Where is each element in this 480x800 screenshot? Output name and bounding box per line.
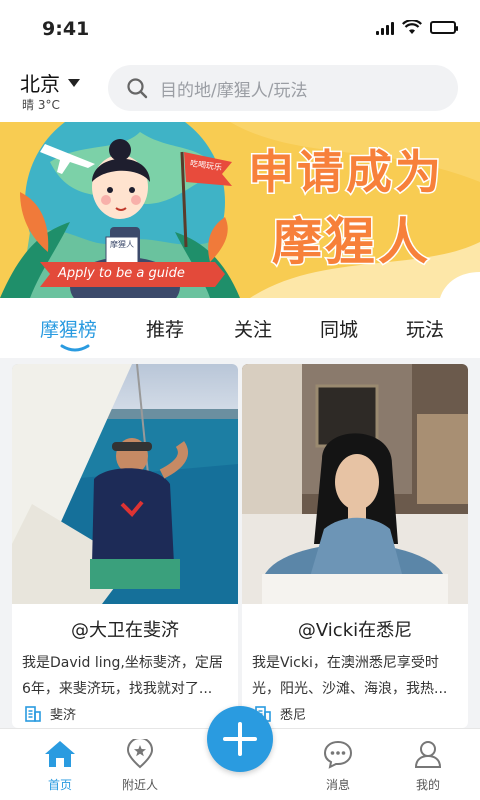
city-selector[interactable]: 北京 bbox=[20, 68, 80, 97]
signal-icon bbox=[376, 21, 394, 35]
nav-home[interactable]: 首页 bbox=[20, 739, 100, 793]
guide-name: @大卫在斐济 bbox=[71, 620, 179, 641]
promo-banner[interactable]: 吃喝玩乐 摩猩人 Apply to be a guide 申请成为 摩猩人 bbox=[0, 122, 480, 298]
home-icon bbox=[45, 741, 75, 767]
guide-photo bbox=[12, 364, 238, 604]
weather-label: 晴 3°C bbox=[22, 98, 60, 112]
tab-ranking[interactable]: 摩猩榜 bbox=[40, 315, 97, 342]
search-icon bbox=[127, 78, 148, 99]
tab-active-indicator bbox=[60, 344, 90, 352]
battery-icon bbox=[430, 21, 458, 34]
guide-photo bbox=[242, 364, 468, 604]
tab-local[interactable]: 同城 bbox=[320, 315, 358, 342]
banner-headline-1: 申请成为 bbox=[247, 144, 444, 201]
search-placeholder: 目的地/摩猩人/玩法 bbox=[160, 80, 308, 101]
guide-description: 我是Vicki，在澳洲悉尼享受时光，阳光、沙滩、海浪，我热... bbox=[252, 655, 448, 697]
category-tabs: 摩猩榜 推荐 关注 同城 玩法 bbox=[0, 298, 480, 358]
nav-label: 消息 bbox=[325, 778, 350, 792]
guide-card[interactable]: @大卫在斐济 我是David ling,坐标斐济，定居6年，来斐济玩，找我就对了… bbox=[12, 364, 238, 728]
banner-badge-text: 摩猩人 bbox=[110, 240, 134, 249]
location-label: 斐济 bbox=[50, 708, 77, 723]
nav-messages[interactable]: 消息 bbox=[298, 739, 378, 793]
guide-location: 斐济 bbox=[24, 704, 76, 723]
nav-label: 我的 bbox=[415, 778, 440, 792]
nav-nearby[interactable]: 附近人 bbox=[100, 737, 180, 793]
tab-recommend[interactable]: 推荐 bbox=[146, 315, 184, 342]
profile-icon bbox=[414, 741, 442, 768]
chevron-down-icon bbox=[68, 78, 80, 87]
status-bar: 9:41 bbox=[0, 0, 480, 56]
search-bar[interactable]: 目的地/摩猩人/玩法 bbox=[108, 65, 458, 111]
header: 北京 晴 3°C 目的地/摩猩人/玩法 bbox=[0, 56, 480, 122]
status-time: 9:41 bbox=[42, 18, 90, 40]
plus-icon bbox=[223, 722, 257, 756]
add-post-button[interactable] bbox=[207, 706, 273, 772]
nav-label: 首页 bbox=[47, 778, 72, 792]
banner-headline-2: 摩猩人 bbox=[271, 212, 431, 273]
guide-description: 我是David ling,坐标斐济，定居6年，来斐济玩，找我就对了... bbox=[22, 655, 223, 697]
building-icon bbox=[25, 705, 41, 722]
banner-ribbon-text: Apply to be a guide bbox=[58, 266, 185, 281]
guide-name: @Vicki在悉尼 bbox=[297, 620, 413, 641]
guide-card[interactable]: @Vicki在悉尼 我是Vicki，在澳洲悉尼享受时光，阳光、沙滩、海浪，我热.… bbox=[242, 364, 468, 728]
nav-label: 附近人 bbox=[121, 778, 158, 792]
message-icon bbox=[323, 740, 353, 769]
city-name: 北京 bbox=[20, 72, 60, 96]
nav-profile[interactable]: 我的 bbox=[388, 739, 468, 793]
tab-following[interactable]: 关注 bbox=[234, 315, 272, 342]
status-icons bbox=[376, 20, 458, 35]
location-label: 悉尼 bbox=[280, 708, 307, 723]
wifi-icon bbox=[402, 20, 422, 34]
tab-activities[interactable]: 玩法 bbox=[406, 315, 444, 342]
nearby-location-icon bbox=[126, 737, 154, 769]
